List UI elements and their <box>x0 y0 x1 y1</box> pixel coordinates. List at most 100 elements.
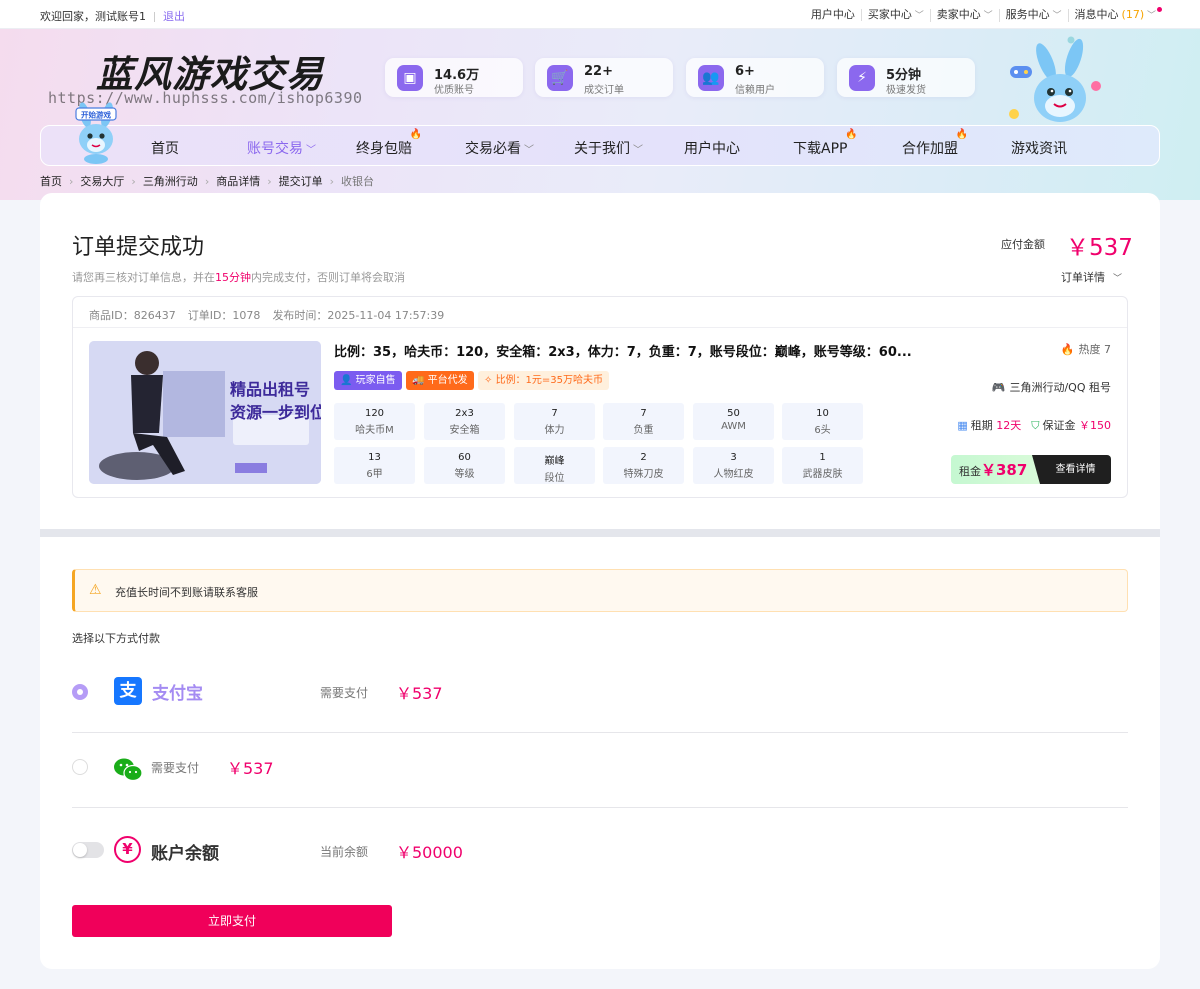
welcome-text: 欢迎回家，测试账号1 <box>40 10 146 23</box>
wechat-need-pay-label: 需要支付 <box>151 761 200 775</box>
payment-option-balance[interactable]: ¥ 账户余额 当前余额 ￥50000 <box>72 826 1128 896</box>
chevron-down-icon: ﹀ <box>911 11 924 21</box>
truck-icon: 🚚 <box>412 375 428 386</box>
message-count: (17) <box>1121 8 1145 21</box>
main-nav: 首页 账号交易 ﹀ 终身包赔 🔥 交易必看 ﹀ 关于我们 ﹀ 用户中心 下载APP 🔥 合… <box>40 125 1160 166</box>
breadcrumb: 首页 › 交易大厅 › 三角洲行动 › 商品详情 › 提交订单 › 收银台 <box>40 175 375 188</box>
rabbit-mascot-illustration <box>1009 36 1101 122</box>
chevron-down-icon: ﹀ <box>524 145 534 156</box>
attr-level: 60 等级 <box>424 447 505 484</box>
chevron-down-icon: ﹀ <box>1144 11 1156 21</box>
product-title[interactable]: 比例：35，哈夫币：120，安全箱：2x3，体力：7，负重：7，账号段位：巅峰，… <box>334 341 912 360</box>
balance-toggle[interactable] <box>72 842 104 858</box>
stat-delivery: ⚡ 5分钟 极速发货 <box>837 58 975 97</box>
gamepad-icon: 🎮 <box>991 381 1006 394</box>
chevron-down-icon: ﹀ <box>1049 11 1062 21</box>
topbar-user-center[interactable]: 用户中心 <box>805 9 862 21</box>
attr-haf-coin: 120 哈夫币M <box>334 403 415 440</box>
topbar-buyer-center[interactable]: 买家中心 ﹀ <box>862 9 931 22</box>
section-divider <box>40 529 1160 537</box>
pay-now-button[interactable]: 立即支付 <box>72 905 392 937</box>
deposit-amount: ￥150 <box>1079 419 1111 432</box>
countdown-time: 15分钟 <box>215 271 251 284</box>
warning-notice: ⚠ 充值长时间不到账请联系客服 <box>72 569 1128 612</box>
breadcrumb-game[interactable]: 三角洲行动 <box>143 175 198 188</box>
topbar-message-center[interactable]: 消息中心 (17) ﹀ <box>1069 9 1162 22</box>
alipay-name: 支付宝 <box>152 684 203 704</box>
cube-icon: ▣ <box>397 65 423 91</box>
rent-price-box: 租金 ￥387 查看详情 <box>951 455 1111 484</box>
product-thumbnail[interactable]: 精品出租号 资源一步到位 <box>89 341 321 484</box>
nav-download-app[interactable]: 下载APP 🔥 <box>793 129 857 158</box>
breadcrumb-home[interactable]: 首页 <box>40 175 62 188</box>
rent-period: 12天 <box>996 419 1022 432</box>
nav-account-trade[interactable]: 账号交易 ﹀ <box>247 138 316 158</box>
fire-icon: 🔥 <box>409 129 422 140</box>
breadcrumb-submit-order[interactable]: 提交订单 <box>279 175 323 188</box>
stat-orders: 🛒 22+ 成交订单 <box>535 58 673 97</box>
attr-rank: 巅峰 段位 <box>514 447 595 484</box>
view-details-button[interactable]: 查看详情 <box>1032 455 1111 484</box>
nav-partnership[interactable]: 合作加盟 🔥 <box>902 129 968 158</box>
product-id: 商品ID：826437 <box>89 309 176 322</box>
nav-lifetime-guarantee[interactable]: 终身包赔 🔥 <box>356 129 422 158</box>
chevron-down-icon: ﹀ <box>1113 274 1123 284</box>
wechat-logo-icon <box>114 758 143 782</box>
ratio-icon: ✧ <box>484 375 496 386</box>
top-bar: 欢迎回家，测试账号1 退出 用户中心 买家中心 ﹀ 卖家中心 ﹀ 服务中心 ﹀ 消息中心(… <box>0 0 1200 29</box>
choose-payment-label: 选择以下方式付款 <box>72 632 160 645</box>
order-box: 商品ID：826437 订单ID：1078 发布时间：2025-11-04 17:5… <box>72 296 1128 498</box>
attr-awm: 50 AWM <box>693 403 774 440</box>
attr-weapon-skin: 1 武器皮肤 <box>782 447 863 484</box>
attr-character-skin: 3 人物红皮 <box>693 447 774 484</box>
wechat-radio[interactable] <box>72 759 88 775</box>
attr-safe-box: 2x3 安全箱 <box>424 403 505 440</box>
alipay-radio[interactable] <box>72 684 88 700</box>
nav-about-us[interactable]: 关于我们 ﹀ <box>574 138 643 158</box>
lightning-icon: ⚡ <box>849 65 875 91</box>
tag-platform-delivery: 🚚 平台代发 <box>406 371 474 390</box>
chevron-down-icon: ﹀ <box>980 11 993 21</box>
payable-label: 应付金额 <box>1001 238 1045 251</box>
topbar-seller-center[interactable]: 卖家中心 ﹀ <box>931 9 1000 22</box>
breadcrumb-cashier: 收银台 <box>341 175 375 188</box>
balance-amount: ￥50000 <box>396 843 463 862</box>
fire-icon: 🔥 <box>955 129 968 140</box>
chevron-down-icon: ﹀ <box>633 145 643 156</box>
users-icon: 👥 <box>698 65 724 91</box>
balance-name: 账户余额 <box>151 844 219 864</box>
nav-user-center[interactable]: 用户中心 <box>684 138 740 158</box>
notification-dot <box>1157 7 1162 12</box>
payment-option-alipay[interactable]: 支 支付宝 需要支付 ￥537 <box>72 663 1128 733</box>
balance-current-label: 当前余额 <box>320 845 369 859</box>
alipay-amount: ￥537 <box>396 684 443 703</box>
nav-home[interactable]: 首页 <box>151 138 179 158</box>
mascot-start-game-illustration: 开始游戏 <box>75 102 117 164</box>
breadcrumb-trade-hall[interactable]: 交易大厅 <box>80 175 124 188</box>
order-id: 订单ID：1078 <box>187 309 261 322</box>
chevron-down-icon: ﹀ <box>306 145 316 156</box>
attr-armor: 13 6甲 <box>334 447 415 484</box>
attr-stamina: 7 体力 <box>514 403 595 440</box>
payment-option-wechat[interactable]: 需要支付 ￥537 <box>72 738 1128 808</box>
logout-link[interactable]: 退出 <box>163 10 185 23</box>
stat-users: 👥 6+ 信赖用户 <box>686 58 824 97</box>
attr-helmet: 10 6头 <box>782 403 863 440</box>
breadcrumb-product[interactable]: 商品详情 <box>216 175 260 188</box>
attr-knife-skin: 2 特殊刀皮 <box>603 447 684 484</box>
rent-fee: ￥387 <box>981 461 1028 479</box>
tag-exchange-ratio: ✧ 比例：1元=35万哈夫币 <box>478 371 610 390</box>
wechat-amount: ￥537 <box>227 759 274 778</box>
alipay-logo-icon: 支 <box>114 677 142 705</box>
payable-amount: ￥537 <box>1066 235 1133 261</box>
attr-load: 7 负重 <box>603 403 684 440</box>
nav-game-news[interactable]: 游戏资讯 <box>1011 138 1067 158</box>
nav-trade-guide[interactable]: 交易必看 ﹀ <box>465 138 534 158</box>
topbar-service-center[interactable]: 服务中心 ﹀ <box>1000 9 1069 22</box>
page-title: 订单提交成功 <box>72 235 205 260</box>
order-meta: 商品ID：826437 订单ID：1078 发布时间：2025-11-04 17:5… <box>73 297 1127 328</box>
order-details-toggle[interactable]: 订单详情 ﹀ <box>1061 269 1122 285</box>
game-type: 🎮 三角洲行动/QQ 租号 <box>991 381 1111 394</box>
thumbnail-subheadline: 资源一步到位 <box>230 403 321 422</box>
tag-player-self-sell: 👤 玩家自售 <box>334 371 402 390</box>
